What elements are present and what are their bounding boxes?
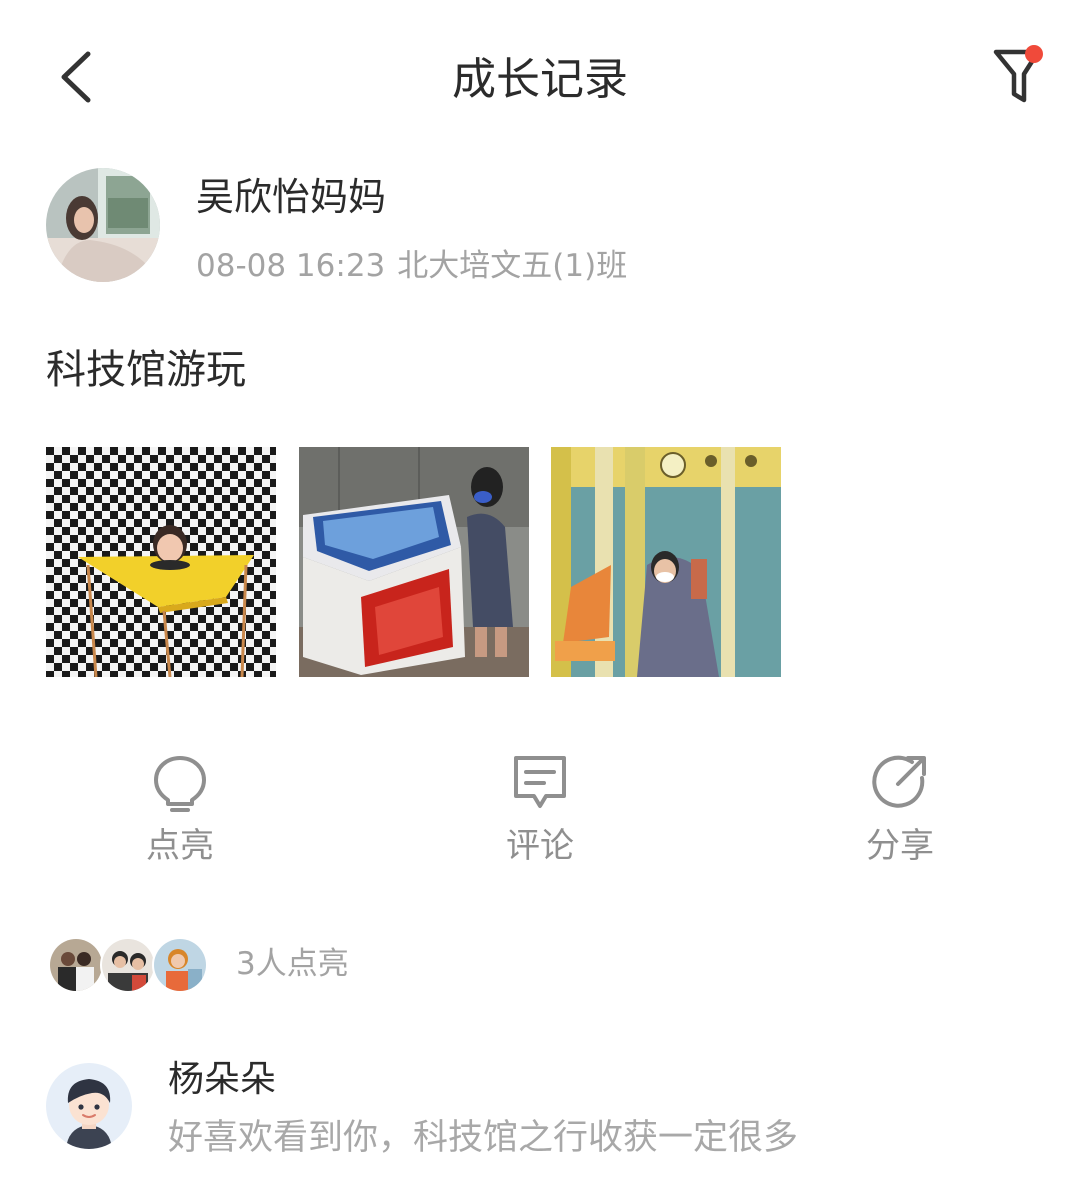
share-icon: [872, 755, 926, 808]
photo-touchscreen-kiosk[interactable]: [299, 447, 529, 677]
comment-text: 好喜欢看到你，科技馆之行收获一定很多: [168, 1118, 799, 1158]
like-button[interactable]: 点亮: [100, 752, 260, 872]
commenter-avatar[interactable]: [46, 1063, 132, 1149]
share-button[interactable]: 分享: [820, 752, 980, 872]
filter-button[interactable]: [988, 40, 1052, 110]
comment-icon: [514, 756, 566, 808]
liker-avatar: [48, 937, 104, 993]
comment-label: 评论: [506, 826, 574, 866]
author-avatar[interactable]: [46, 168, 160, 282]
liker-avatar: [100, 937, 156, 993]
filter-icon: [993, 45, 1043, 103]
share-label: 分享: [866, 826, 934, 866]
like-count: 3人点亮: [236, 946, 349, 982]
page-title: 成长记录: [452, 54, 628, 105]
lightbulb-icon: [154, 756, 206, 812]
post-time: 08-08 16:23: [196, 248, 386, 284]
comment-button[interactable]: 评论: [460, 752, 620, 872]
notification-dot: [1025, 45, 1043, 63]
post-class: 北大培文五(1)班: [397, 248, 628, 284]
post-text: 科技馆游玩: [46, 347, 246, 393]
post-meta: 08-08 16:23 北大培文五(1)班: [196, 244, 627, 288]
like-label: 点亮: [146, 826, 214, 866]
photo-checkerboard-illusion[interactable]: [46, 447, 276, 677]
author-name[interactable]: 吴欣怡妈妈: [196, 172, 386, 222]
commenter-name[interactable]: 杨朵朵: [168, 1056, 276, 1104]
photo-swing-playground[interactable]: [551, 447, 781, 677]
liker-avatar: [152, 937, 208, 993]
